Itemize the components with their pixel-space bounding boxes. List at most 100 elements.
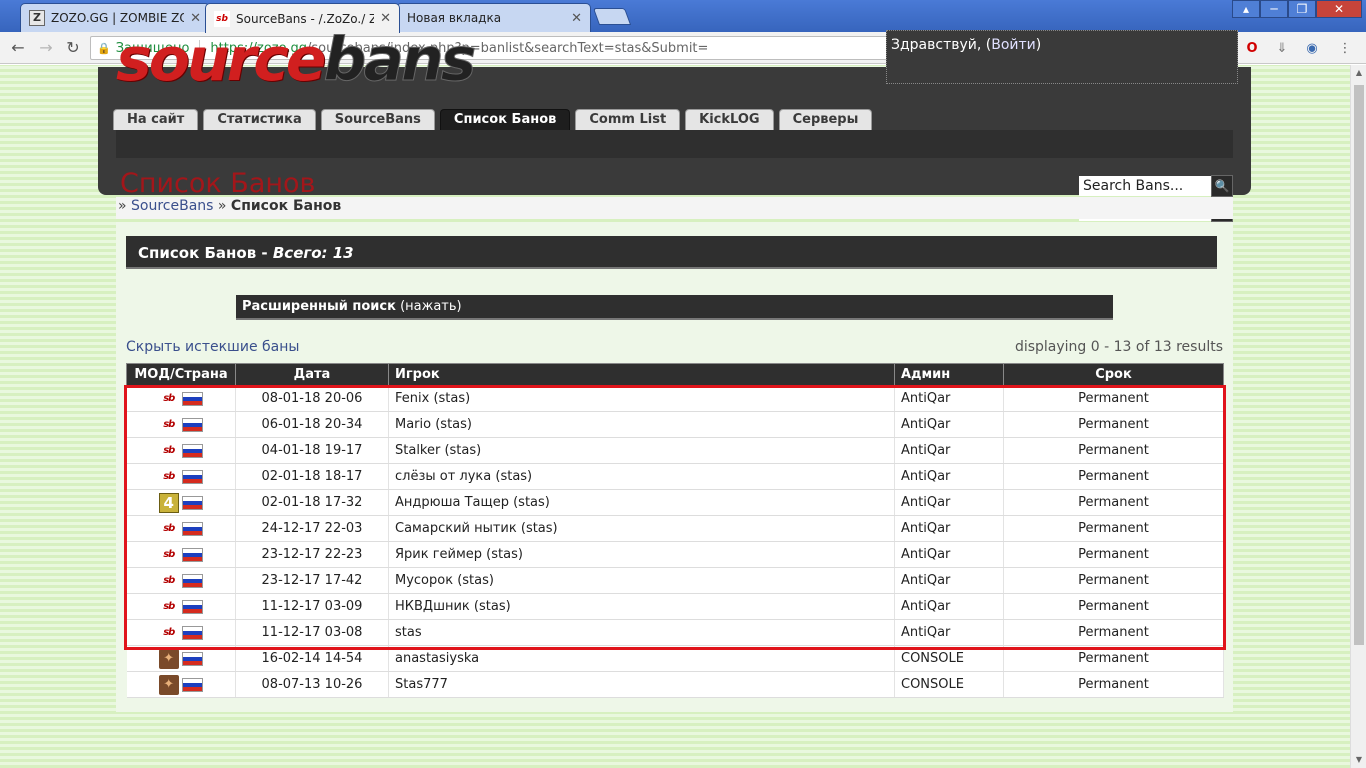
table-row[interactable]: sb 23-12-17 22-23 Ярик геймер (stas) AntiQa…	[126, 541, 1224, 568]
scroll-down-icon[interactable]: ▼	[1351, 752, 1366, 768]
column-header-player: Игрок	[388, 363, 895, 386]
page-scrollbar[interactable]: ▲ ▼	[1350, 65, 1366, 768]
sourcebans-icon: sb	[163, 418, 175, 430]
maximize-icon[interactable]: ❐	[1288, 0, 1316, 18]
table-row[interactable]: sb 11-12-17 03-09 НКВДшник (stas) AntiQar Pe…	[126, 593, 1224, 620]
mod-country-cell: sb	[126, 593, 236, 620]
player-cell: stas	[388, 619, 895, 646]
nav-tab-stats[interactable]: Статистика	[203, 109, 316, 130]
length-cell: Permanent	[1003, 489, 1224, 516]
tab-title: ZOZO.GG | ZOMBIE ZON	[51, 11, 185, 25]
length-cell: Permanent	[1003, 619, 1224, 646]
sourcebans-logo[interactable]: sourcebans	[116, 25, 516, 96]
search-bans-button[interactable]: 🔍	[1211, 175, 1233, 197]
mod-country-cell: sb	[126, 437, 236, 464]
sourcebans-icon: sb	[163, 600, 175, 612]
admin-cell: AntiQar	[894, 385, 1004, 412]
table-row[interactable]: sb 02-01-18 18-17 слёзы от лука (stas) Anti…	[126, 463, 1224, 490]
tab-close-icon[interactable]: ✕	[190, 11, 201, 26]
new-tab-button[interactable]	[592, 8, 632, 25]
section-title: Список Банов -	[138, 244, 273, 262]
player-cell: Самарский нытик (stas)	[388, 515, 895, 542]
table-row[interactable]: sb 04-01-18 19-17 Stalker (stas) AntiQar Per…	[126, 437, 1224, 464]
back-icon[interactable]: ←	[8, 38, 28, 58]
russia-flag-icon	[181, 443, 203, 458]
search-bans-input[interactable]	[1079, 176, 1211, 196]
mod-country-cell: ✦	[126, 671, 236, 698]
player-cell: Мусорок (stas)	[388, 567, 895, 594]
main-nav: На сайт Статистика SourceBans Список Бан…	[113, 109, 877, 131]
tab-title: Новая вкладка	[407, 11, 502, 25]
length-cell: Permanent	[1003, 411, 1224, 438]
length-cell: Permanent	[1003, 385, 1224, 412]
nav-tab-kicklog[interactable]: KickLOG	[685, 109, 774, 130]
admin-cell: AntiQar	[894, 489, 1004, 516]
russia-flag-icon	[181, 677, 203, 692]
hide-expired-link[interactable]: Скрыть истекшие баны	[126, 339, 299, 355]
russia-flag-icon	[181, 495, 203, 510]
forward-icon[interactable]: →	[36, 38, 56, 58]
download-extension-icon[interactable]: ⇓	[1273, 40, 1291, 58]
column-header-admin: Админ	[894, 363, 1004, 386]
sourcebans-icon: sb	[163, 444, 175, 456]
results-count: displaying 0 - 13 of 13 results	[1014, 339, 1223, 355]
date-cell: 23-12-17 22-23	[235, 541, 389, 568]
date-cell: 02-01-18 18-17	[235, 463, 389, 490]
tab-close-icon[interactable]: ✕	[380, 11, 391, 26]
nav-tab-site[interactable]: На сайт	[113, 109, 199, 130]
advanced-search-bar[interactable]: Расширенный поиск (нажать)	[236, 295, 1113, 320]
length-cell: Permanent	[1003, 567, 1224, 594]
mod-country-cell: sb	[126, 385, 236, 412]
nav-tab-servers[interactable]: Серверы	[778, 109, 873, 130]
browser-tabstrip: Z ZOZO.GG | ZOMBIE ZON ✕ sb SourceBans -…	[0, 0, 1366, 33]
nav-tab-sourcebans[interactable]: SourceBans	[320, 109, 435, 130]
zozo-favicon-icon: Z	[29, 10, 45, 26]
login-box: Здравствуй, (Войти)	[886, 30, 1238, 84]
date-cell: 06-01-18 20-34	[235, 411, 389, 438]
admin-cell: CONSOLE	[894, 645, 1004, 672]
date-cell: 04-01-18 19-17	[235, 437, 389, 464]
breadcrumb-root-link[interactable]: SourceBans	[131, 198, 213, 214]
breadcrumb-separator: »	[213, 198, 231, 214]
table-row[interactable]: ✦ 08-07-13 10-26 Stas777 CONSOLE Permanent	[126, 671, 1224, 698]
player-cell: Fenix (stas)	[388, 385, 895, 412]
length-cell: Permanent	[1003, 437, 1224, 464]
table-row[interactable]: sb 23-12-17 17-42 Мусорок (stas) AntiQar Per…	[126, 567, 1224, 594]
table-row[interactable]: sb 06-01-18 20-34 Mario (stas) AntiQar Perma…	[126, 411, 1224, 438]
russia-flag-icon	[181, 417, 203, 432]
sourcebans-icon: sb	[163, 626, 175, 638]
l4d-icon: 4	[158, 492, 179, 513]
nav-tab-commlist[interactable]: Comm List	[575, 109, 681, 130]
table-row[interactable]: 4 02-01-18 17-32 Андрюша Тащер (stas) AntiQ…	[126, 489, 1224, 516]
date-cell: 08-01-18 20-06	[235, 385, 389, 412]
player-cell: Ярик геймер (stas)	[388, 541, 895, 568]
close-window-icon[interactable]: ✕	[1316, 0, 1362, 18]
table-row[interactable]: sb 24-12-17 22-03 Самарский нытик (stas) An…	[126, 515, 1224, 542]
date-cell: 23-12-17 17-42	[235, 567, 389, 594]
browser-tab-sourcebans[interactable]: sb SourceBans - /.ZoZo./ Zo ✕	[205, 3, 400, 33]
breadcrumb-current: Список Банов	[230, 198, 342, 214]
vpn-extension-icon[interactable]: ◉	[1303, 40, 1321, 58]
profile-icon[interactable]: ▴	[1232, 0, 1260, 18]
table-row[interactable]: sb 08-01-18 20-06 Fenix (stas) AntiQar Perma…	[126, 385, 1224, 412]
table-row[interactable]: sb 11-12-17 03-08 stas AntiQar Permanent	[126, 619, 1224, 646]
table-row[interactable]: ✦ 16-02-14 14-54 anastasiyska CONSOLE Perman…	[126, 645, 1224, 672]
menu-icon[interactable]: ⋮	[1336, 40, 1354, 58]
table-header-row: МОД/Страна Дата Игрок Админ Срок	[126, 363, 1224, 386]
sourcebans-icon: sb	[163, 522, 175, 534]
logo-source-text: source	[116, 25, 326, 95]
opera-extension-icon[interactable]: O	[1243, 40, 1261, 58]
advanced-search-toggle[interactable]: (нажать)	[396, 299, 462, 314]
scroll-thumb[interactable]	[1354, 85, 1364, 645]
tab-close-icon[interactable]: ✕	[571, 11, 582, 26]
russia-flag-icon	[181, 573, 203, 588]
scroll-up-icon[interactable]: ▲	[1351, 65, 1366, 81]
nav-tab-banlist[interactable]: Список Банов	[439, 109, 571, 130]
reload-icon[interactable]: ↻	[63, 38, 83, 58]
lock-icon: 🔒	[97, 41, 111, 55]
search-icon: 🔍	[1214, 179, 1230, 193]
login-link[interactable]: Войти	[991, 37, 1036, 53]
admin-cell: AntiQar	[894, 515, 1004, 542]
minimize-icon[interactable]: ─	[1260, 0, 1288, 18]
nav-sub-bar	[116, 130, 1233, 158]
